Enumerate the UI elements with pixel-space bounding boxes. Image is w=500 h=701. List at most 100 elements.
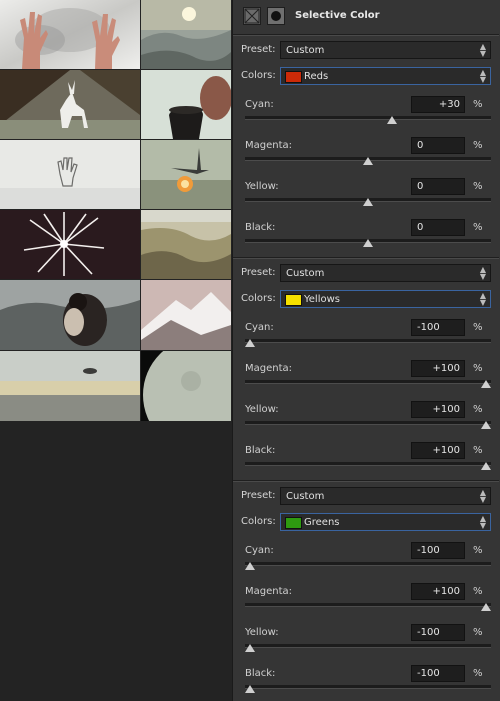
percent-unit: %	[473, 545, 483, 556]
colors-value: Greens	[304, 517, 340, 528]
value-field[interactable]: 0	[411, 137, 465, 154]
slider-thumb[interactable]	[245, 644, 255, 652]
dropdown-arrows-icon: ▲ ▼	[479, 265, 486, 281]
slider-track[interactable]	[245, 685, 491, 689]
group-divider	[233, 480, 499, 482]
color-swatch	[285, 517, 302, 529]
slider-thumb[interactable]	[481, 421, 491, 429]
percent-unit: %	[473, 404, 483, 415]
selective-color-adjustment-icon[interactable]	[243, 7, 261, 25]
color-swatch	[285, 294, 302, 306]
moon-planet-photo	[141, 351, 231, 421]
header-divider	[233, 34, 499, 36]
percent-unit: %	[473, 668, 483, 679]
handprint-snow-photo	[0, 140, 140, 209]
ice-starburst-photo	[0, 210, 140, 279]
layer-mask-icon[interactable]	[267, 7, 285, 25]
percent-unit: %	[473, 140, 483, 151]
slider-thumb[interactable]	[363, 157, 373, 165]
preset-dropdown[interactable]: Custom ▲ ▼	[280, 41, 491, 59]
image-grid	[0, 0, 231, 421]
value-field[interactable]: -100	[411, 624, 465, 641]
colors-dropdown[interactable]: Greens ▲ ▼	[280, 513, 491, 531]
percent-unit: %	[473, 322, 483, 333]
colors-value: Yellows	[304, 294, 340, 305]
panel-header: Selective Color	[233, 0, 499, 34]
dropdown-arrows-icon: ▲ ▼	[479, 68, 486, 84]
slider-track[interactable]	[245, 116, 491, 120]
hands-smoke-photo	[0, 0, 140, 69]
slider-track[interactable]	[245, 421, 491, 425]
panel-title: Selective Color	[295, 10, 380, 21]
slider-label: Yellow:	[245, 181, 279, 192]
value-field[interactable]: +100	[411, 442, 465, 459]
slider-thumb[interactable]	[386, 116, 397, 124]
slider-track[interactable]	[245, 562, 491, 566]
slider-label: Magenta:	[245, 140, 293, 151]
slider-thumb[interactable]	[363, 198, 373, 206]
slider-thumb[interactable]	[245, 562, 255, 570]
value-field[interactable]: -100	[411, 319, 465, 336]
slider-label: Cyan:	[245, 545, 274, 556]
value-field[interactable]: +30	[411, 96, 465, 113]
colors-dropdown[interactable]: Reds ▲ ▼	[280, 67, 491, 85]
value-field[interactable]: +100	[411, 583, 465, 600]
colors-label: Colors:	[241, 70, 276, 81]
dropdown-arrows-icon: ▲ ▼	[479, 42, 486, 58]
slider-thumb[interactable]	[363, 239, 373, 247]
preset-label: Preset:	[241, 44, 276, 55]
ship-over-sea-photo	[0, 351, 140, 421]
percent-unit: %	[473, 99, 483, 110]
slider-label: Black:	[245, 222, 276, 233]
slider-label: Yellow:	[245, 404, 279, 415]
percent-unit: %	[473, 445, 483, 456]
slider-label: Magenta:	[245, 586, 293, 597]
slider-track[interactable]	[245, 380, 491, 384]
dropdown-arrows-icon: ▲ ▼	[479, 488, 486, 504]
percent-unit: %	[473, 586, 483, 597]
value-field[interactable]: +100	[411, 360, 465, 377]
sun-landscape-photo	[141, 0, 231, 69]
slider-label: Cyan:	[245, 322, 274, 333]
color-swatch	[285, 71, 302, 83]
white-creature-ruins-photo	[0, 70, 140, 139]
colors-dropdown[interactable]: Yellows ▲ ▼	[280, 290, 491, 308]
slider-track[interactable]	[245, 603, 491, 607]
embracing-couple-photo	[0, 280, 140, 350]
colors-value: Reds	[304, 71, 329, 82]
group-divider	[233, 257, 499, 259]
colors-label: Colors:	[241, 293, 276, 304]
value-field[interactable]: -100	[411, 542, 465, 559]
preset-value: Custom	[286, 491, 325, 502]
preset-label: Preset:	[241, 267, 276, 278]
percent-unit: %	[473, 627, 483, 638]
slider-track[interactable]	[245, 339, 491, 343]
slider-track[interactable]	[245, 644, 491, 648]
slider-label: Black:	[245, 668, 276, 679]
percent-unit: %	[473, 363, 483, 374]
colors-label: Colors:	[241, 516, 276, 527]
value-field[interactable]: 0	[411, 178, 465, 195]
slider-thumb[interactable]	[481, 603, 491, 611]
preset-dropdown[interactable]: Custom ▲ ▼	[280, 487, 491, 505]
slider-thumb[interactable]	[481, 462, 491, 470]
dropdown-arrows-icon: ▲ ▼	[479, 291, 486, 307]
slider-thumb[interactable]	[481, 380, 491, 388]
slider-label: Black:	[245, 445, 276, 456]
slider-thumb[interactable]	[245, 685, 255, 693]
value-field[interactable]: -100	[411, 665, 465, 682]
cup-portrait-photo	[141, 70, 231, 139]
slider-label: Yellow:	[245, 627, 279, 638]
preset-value: Custom	[286, 45, 325, 56]
snow-mountain-photo	[141, 280, 231, 350]
slider-thumb[interactable]	[245, 339, 255, 347]
spaceship-explosion-photo	[141, 140, 231, 209]
dropdown-arrows-icon: ▲ ▼	[479, 514, 486, 530]
preset-value: Custom	[286, 268, 325, 279]
preset-label: Preset:	[241, 490, 276, 501]
value-field[interactable]: 0	[411, 219, 465, 236]
selective-color-panel: Selective Color Preset: Custom ▲ ▼ Colors: Re…	[232, 0, 500, 701]
value-field[interactable]: +100	[411, 401, 465, 418]
slider-track[interactable]	[245, 462, 491, 466]
preset-dropdown[interactable]: Custom ▲ ▼	[280, 264, 491, 282]
